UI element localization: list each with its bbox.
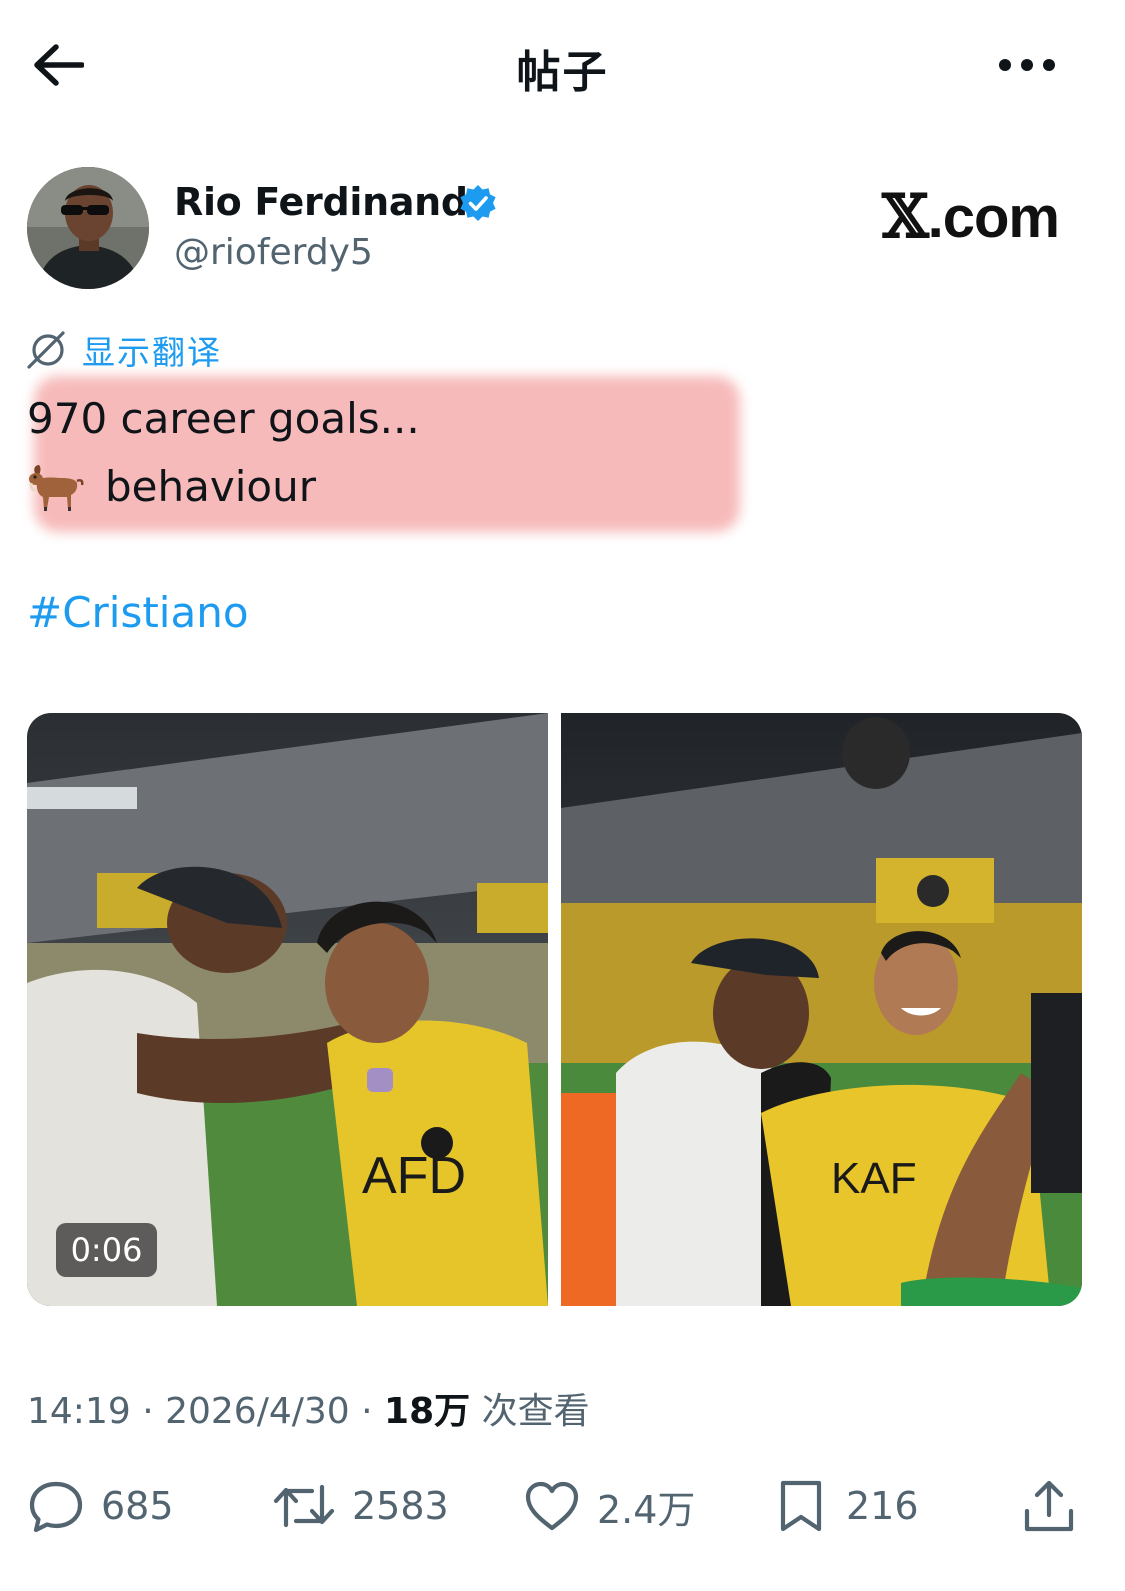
bookmark-button[interactable]: 216 (772, 1470, 919, 1542)
photo-image: KAF (561, 713, 1082, 1306)
tweet-text-line-2: behaviour (27, 459, 316, 513)
bookmark-icon (780, 1480, 822, 1532)
reply-count: 685 (101, 1484, 174, 1528)
action-bar: 685 2583 2.4万 216 (0, 1470, 1125, 1542)
video-duration-badge: 0:06 (56, 1223, 157, 1277)
meta-separator-1: · (130, 1391, 166, 1432)
post-meta: 14:19 · 2026/4/30 · 18万 次查看 (27, 1382, 590, 1434)
repost-icon (273, 1484, 335, 1528)
avatar[interactable] (27, 167, 149, 289)
x-logo-glyph: 𝕏 (882, 182, 929, 252)
top-bar: 帖子 (0, 0, 1125, 130)
goat-icon (29, 465, 84, 511)
reply-button[interactable]: 685 (27, 1470, 174, 1542)
video-thumbnail[interactable]: AFD (27, 713, 548, 1306)
avatar-image (27, 167, 149, 289)
verified-badge-icon (460, 185, 496, 221)
translate-button[interactable]: 显示翻译 (26, 330, 222, 372)
post-time: 14:19 (27, 1391, 131, 1432)
more-options-button[interactable] (992, 48, 1062, 82)
translate-icon (27, 331, 65, 369)
share-button[interactable] (1020, 1470, 1078, 1542)
tweet-text-behaviour: behaviour (105, 461, 316, 511)
meta-separator-2: · (349, 1391, 385, 1432)
hashtag-link[interactable]: #Cristiano (27, 588, 249, 637)
photo-thumbnail[interactable]: KAF (561, 713, 1082, 1306)
post-date: 2026/4/30 (165, 1391, 350, 1432)
repost-count: 2583 (352, 1484, 449, 1528)
like-button[interactable]: 2.4万 (523, 1470, 695, 1542)
reply-icon (29, 1481, 83, 1533)
svg-text:AFD: AFD (362, 1147, 466, 1205)
bookmark-count: 216 (846, 1484, 919, 1528)
author-handle[interactable]: @rioferdy5 (174, 232, 373, 273)
more-horizontal-icon (999, 59, 1055, 71)
translate-label: 显示翻译 (82, 333, 222, 372)
author-display-name[interactable]: Rio Ferdinand (174, 180, 468, 224)
x-brand-logo: 𝕏.com (882, 182, 1060, 252)
video-frame-image: AFD (27, 713, 548, 1306)
page-title: 帖子 (516, 47, 609, 98)
views-count[interactable]: 18万 (384, 1391, 470, 1432)
svg-text:KAF: KAF (831, 1154, 917, 1203)
x-logo-domain: .com (927, 185, 1060, 250)
tweet-text-line-1: 970 career goals... (27, 394, 420, 443)
share-icon (1024, 1480, 1074, 1532)
heart-icon (525, 1481, 579, 1531)
repost-button[interactable]: 2583 (272, 1470, 449, 1542)
like-count: 2.4万 (597, 1487, 696, 1532)
views-label: 次查看 (470, 1391, 590, 1432)
